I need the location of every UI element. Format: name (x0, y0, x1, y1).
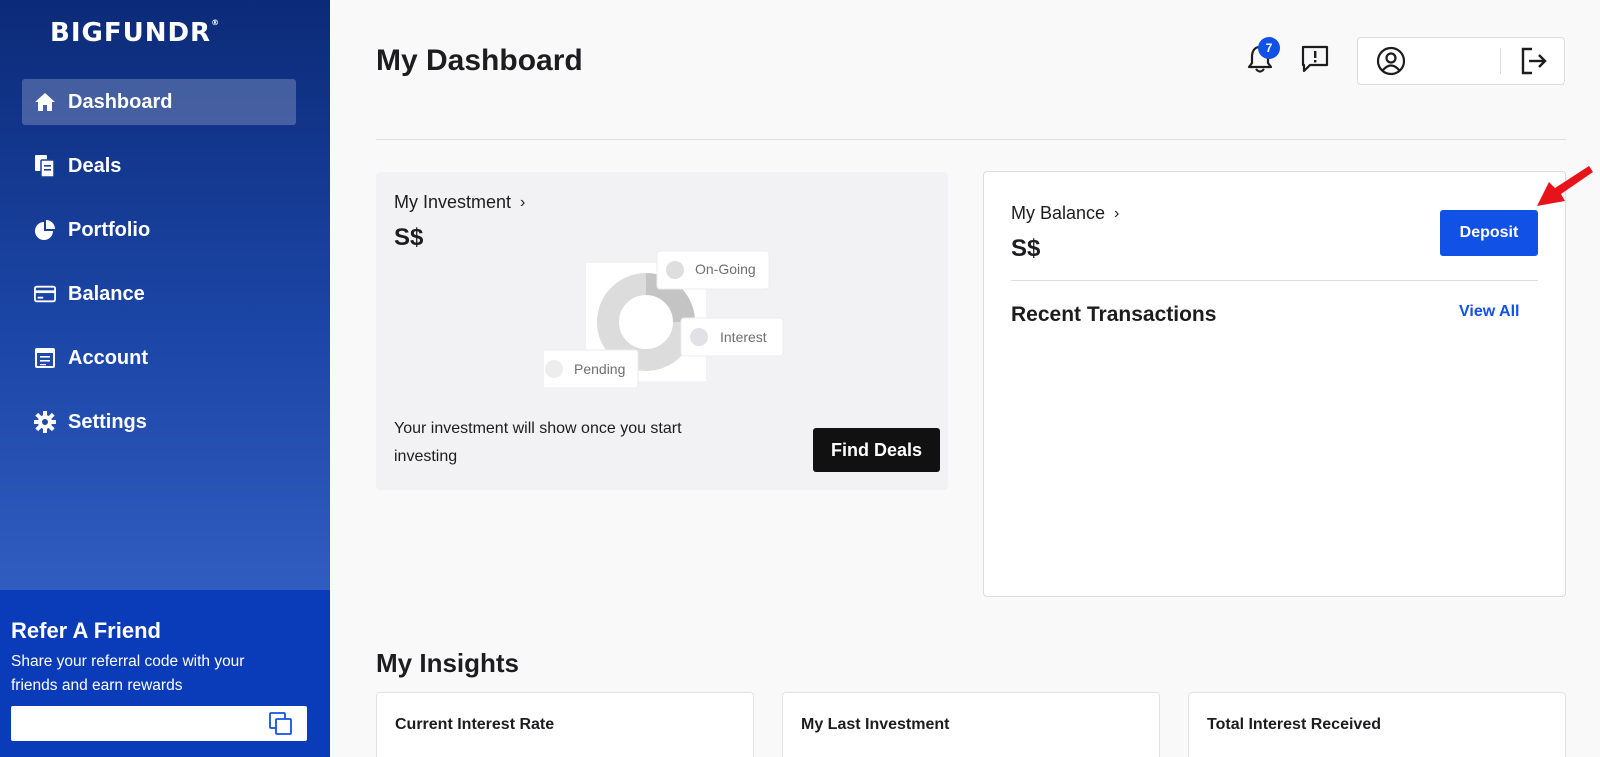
user-menu-divider (1500, 48, 1501, 74)
my-investment-link[interactable]: My Investment › (394, 192, 525, 213)
sidebar-item-label: Dashboard (68, 90, 173, 113)
sidebar-item-balance[interactable]: Balance (22, 271, 296, 317)
referral-code-field[interactable] (11, 706, 307, 741)
sidebar-item-label: Balance (68, 282, 145, 305)
home-icon (34, 91, 56, 113)
sidebar-item-label: Portfolio (68, 218, 151, 241)
page-title: My Dashboard (376, 44, 583, 77)
legend-ongoing: On-Going (695, 261, 756, 277)
chevron-right-icon: › (520, 193, 526, 211)
header-divider (376, 139, 1566, 140)
logo-text: BIGFUNDR (50, 18, 212, 48)
sidebar-item-settings[interactable]: Settings (22, 399, 296, 445)
sidebar-item-dashboard[interactable]: Dashboard (22, 79, 296, 125)
my-investment-card: My Investment › S$ On-Going Interest Pen… (376, 172, 948, 490)
legend-pending: Pending (574, 361, 626, 377)
recent-transactions-title: Recent Transactions (1011, 303, 1217, 326)
sidebar-item-deals[interactable]: Deals (22, 143, 296, 189)
logout-icon[interactable] (1518, 45, 1550, 77)
sidebar-item-label: Settings (68, 410, 147, 433)
my-insights-title: My Insights (376, 648, 520, 678)
sidebar: BIGFUNDR® Dashboard Deals Portfolio Bala… (0, 0, 330, 757)
empty-investment-message: Your investment will show once you start… (394, 420, 682, 465)
empty-investment-illustration: On-Going Interest Pending (544, 248, 804, 398)
legend-interest: Interest (720, 329, 767, 345)
sidebar-nav: Dashboard Deals Portfolio Balance Accoun… (22, 79, 296, 463)
chevron-right-icon: › (1114, 204, 1120, 222)
insight-label: My Last Investment (801, 716, 950, 733)
refer-title: Refer A Friend (11, 618, 161, 643)
gear-icon (34, 411, 56, 433)
insight-label: Total Interest Received (1207, 716, 1381, 733)
balance-divider (1011, 280, 1538, 281)
view-all-link[interactable]: View All (1459, 303, 1519, 321)
my-investment-heading: My Investment (394, 192, 512, 212)
insight-label: Current Interest Rate (395, 716, 555, 733)
my-balance-card: My Balance › S$ Deposit Recent Transacti… (983, 171, 1566, 597)
account-form-icon (34, 347, 56, 369)
insight-card-total-interest: Total Interest Received (1188, 692, 1566, 757)
refer-description: Share your referral code with your frien… (11, 653, 245, 694)
my-balance-heading: My Balance (1011, 203, 1106, 223)
balance-amount: S$ (1011, 235, 1041, 262)
copy-icon[interactable] (269, 712, 293, 736)
insight-card-interest-rate: Current Interest Rate (376, 692, 754, 757)
sidebar-item-portfolio[interactable]: Portfolio (22, 207, 296, 253)
investment-amount: S$ (394, 224, 424, 251)
user-menu (1357, 37, 1565, 85)
notification-badge: 7 (1258, 37, 1280, 59)
pie-chart-icon (34, 219, 56, 241)
sidebar-item-account[interactable]: Account (22, 335, 296, 381)
refer-a-friend-panel: Refer A Friend Share your referral code … (0, 590, 330, 757)
credit-card-icon (34, 283, 56, 305)
annotation-arrow-icon (1535, 160, 1595, 215)
deposit-button[interactable]: Deposit (1440, 210, 1538, 256)
sidebar-item-label: Account (68, 346, 148, 369)
trademark: ® (211, 18, 221, 27)
documents-icon (34, 155, 56, 178)
message-alert-icon[interactable] (1300, 44, 1330, 74)
sidebar-item-label: Deals (68, 154, 122, 177)
find-deals-button[interactable]: Find Deals (813, 428, 940, 472)
brand-logo[interactable]: BIGFUNDR® (50, 18, 220, 48)
insight-card-last-investment: My Last Investment (782, 692, 1160, 757)
user-circle-icon[interactable] (1376, 46, 1406, 76)
my-balance-link[interactable]: My Balance › (1011, 203, 1119, 224)
